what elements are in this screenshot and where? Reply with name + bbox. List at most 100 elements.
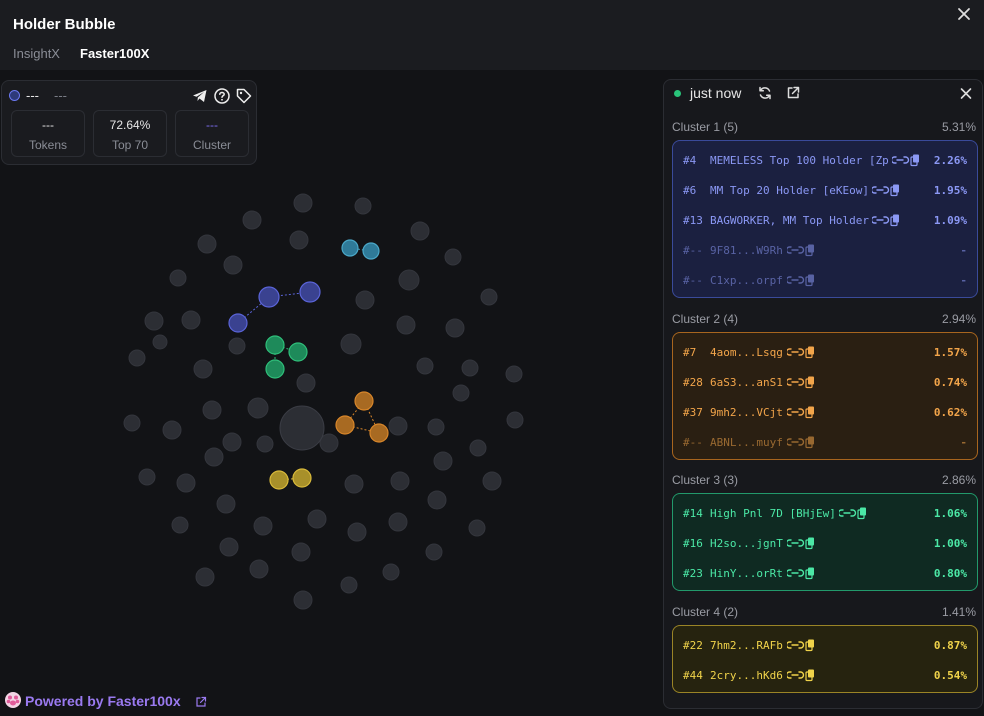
cluster-box: #14 High Pnl 7D [BHjEw] 1.06% #16 H2so...jgn… (672, 493, 978, 591)
telegram-icon[interactable] (191, 87, 209, 105)
copy-icon (804, 436, 814, 449)
holder-rank: #28 (683, 376, 703, 389)
holder-row[interactable]: #44 2cry...hKd6 0.54% (673, 660, 977, 690)
holder-row[interactable]: #16 H2so...jgnT 1.00% (673, 528, 977, 558)
updated-time: just now (690, 85, 742, 101)
page-title: Holder Bubble (13, 16, 116, 33)
cluster-percent: 2.86% (941, 473, 976, 487)
row-action-icons[interactable] (785, 668, 817, 682)
refresh-icon[interactable] (757, 85, 773, 101)
holder-percent: 1.00% (933, 537, 967, 550)
copy-icon (804, 274, 814, 287)
holder-row[interactable]: #-- C1xp...orpf - (673, 265, 977, 295)
row-action-icons[interactable] (785, 638, 817, 652)
holder-row[interactable]: #14 High Pnl 7D [BHjEw] 1.06% (673, 498, 977, 528)
tab-faster100x[interactable]: Faster100X (80, 46, 149, 61)
cluster-header[interactable]: Cluster 4 (2) 1.41% (672, 605, 976, 621)
link-icon (785, 641, 804, 649)
holder-percent: 0.74% (933, 376, 967, 389)
row-action-icons[interactable] (785, 243, 817, 257)
copy-icon (804, 567, 814, 580)
holder-row[interactable]: #6 MM Top 20 Holder [eKEow] 1.95% (673, 175, 977, 205)
row-action-icons[interactable] (785, 536, 817, 550)
holder-row[interactable]: #-- 9F81...W9Rh - (673, 235, 977, 265)
cluster-header[interactable]: Cluster 1 (5) 5.31% (672, 120, 976, 136)
help-icon[interactable] (213, 87, 231, 105)
holder-percent: 1.09% (933, 214, 967, 227)
link-icon (785, 276, 804, 284)
row-action-icons[interactable] (838, 506, 869, 520)
row-action-icons[interactable] (785, 435, 817, 449)
copy-icon (804, 669, 814, 682)
external-link-icon[interactable] (195, 695, 207, 707)
holder-address: --- (54, 88, 67, 103)
row-action-icons[interactable] (871, 183, 902, 197)
row-action-icons[interactable] (785, 273, 817, 287)
holder-label: C1xp...orpf (710, 274, 783, 287)
tag-icon[interactable] (235, 87, 253, 105)
panel-close-icon[interactable] (958, 84, 974, 102)
holder-percent: 1.06% (933, 507, 967, 520)
holder-label: H2so...jgnT (710, 537, 783, 550)
holder-rank: #16 (683, 537, 703, 550)
live-status-dot (674, 90, 681, 97)
powered-by-prefix: Powered by (25, 693, 108, 709)
link-icon (785, 569, 804, 577)
holder-row[interactable]: #4 MEMELESS Top 100 Holder [Zp 2.26% (673, 145, 977, 175)
row-action-icons[interactable] (785, 345, 817, 359)
holder-row[interactable]: #22 7hm2...RAFb 0.87% (673, 630, 977, 660)
copy-icon (804, 346, 814, 359)
link-icon (838, 509, 857, 517)
holder-row[interactable]: #37 9mh2...VCjt 0.62% (673, 397, 977, 427)
row-action-icons[interactable] (871, 213, 902, 227)
copy-icon (890, 214, 900, 227)
cluster-percent: 2.94% (941, 312, 976, 326)
row-action-icons[interactable] (785, 405, 817, 419)
brand-name[interactable]: Faster100x (107, 693, 180, 709)
link-icon (785, 378, 804, 386)
holder-rank: #23 (683, 567, 703, 580)
holder-rank: #7 (683, 346, 697, 359)
holder-label: MEMELESS Top 100 Holder [Zp (710, 154, 889, 167)
holder-rank: #6 (683, 184, 697, 197)
cluster-box: #22 7hm2...RAFb 0.87% #44 2cry...hKd6 0.54% (672, 625, 978, 693)
holder-percent: 2.26% (933, 154, 967, 167)
row-action-icons[interactable] (785, 566, 817, 580)
holder-row[interactable]: #7 4aom...Lsqg 1.57% (673, 337, 977, 367)
holder-row[interactable]: #13 BAGWORKER, MM Top Holder 1.09% (673, 205, 977, 235)
holder-percent: - (960, 244, 967, 257)
holder-label: 4aom...Lsqg (710, 346, 783, 359)
external-link-icon[interactable] (785, 85, 801, 101)
holder-rank: #-- (683, 436, 703, 449)
link-icon (871, 216, 890, 224)
cluster-percent: 1.41% (941, 605, 976, 619)
holder-label: HinY...orRt (710, 567, 783, 580)
holder-rank: #13 (683, 214, 703, 227)
copy-icon (804, 406, 814, 419)
row-action-icons[interactable] (785, 375, 817, 389)
holder-percent: 0.80% (933, 567, 967, 580)
holder-label: MM Top 20 Holder [eKEow] (710, 184, 869, 197)
holder-rank: #4 (683, 154, 697, 167)
holder-row[interactable]: #23 HinY...orRt 0.80% (673, 558, 977, 588)
link-icon (871, 186, 890, 194)
cluster-percent: 5.31% (941, 120, 976, 134)
holder-rank: #37 (683, 406, 703, 419)
holder-percent: 0.62% (933, 406, 967, 419)
cluster-header[interactable]: Cluster 3 (3) 2.86% (672, 473, 976, 489)
copy-icon (804, 537, 814, 550)
holder-label: ABNL...muyf (710, 436, 783, 449)
holder-percent: - (960, 274, 967, 287)
copy-icon (857, 507, 867, 520)
cluster-panel: just now Cluster 1 (5) 5.31% #4 MEMELESS To… (663, 79, 983, 709)
cluster-header[interactable]: Cluster 2 (4) 2.94% (672, 312, 976, 328)
holder-percent: 1.57% (933, 346, 967, 359)
holder-label: BAGWORKER, MM Top Holder (710, 214, 869, 227)
faster100x-logo-icon (4, 691, 22, 709)
holder-row[interactable]: #-- ABNL...muyf - (673, 427, 977, 457)
stat-cluster-value: --- (206, 118, 218, 132)
close-icon[interactable] (954, 4, 974, 24)
holder-row[interactable]: #28 6aS3...anS1 0.74% (673, 367, 977, 397)
tab-insightx[interactable]: InsightX (13, 46, 60, 61)
row-action-icons[interactable] (891, 153, 922, 167)
